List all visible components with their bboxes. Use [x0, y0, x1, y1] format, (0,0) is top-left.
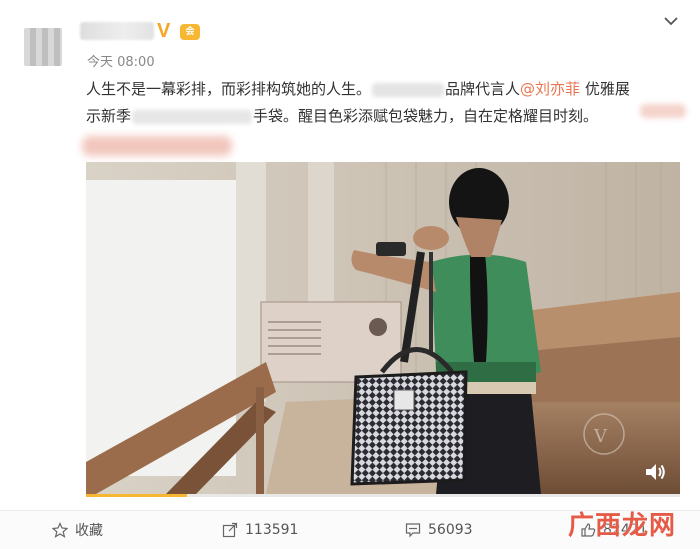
post-timestamp[interactable]: 今天 08:00 — [87, 51, 155, 70]
share-icon — [222, 522, 238, 538]
site-watermark: 广西龙网 — [568, 511, 677, 541]
brand-name-blurred — [372, 82, 445, 97]
post-text-line-2: 示新季 手袋。醒目色彩添赋包袋魅力，自在定格耀目时刻。 — [86, 103, 598, 129]
video-progress-bar[interactable] — [86, 494, 680, 497]
volume-icon[interactable] — [644, 462, 666, 482]
post-text-line-1: 人生不是一幕彩排，而彩排构筑她的人生。 品牌代言人@刘亦菲 优雅展 — [86, 76, 630, 102]
video-player[interactable]: V — [86, 162, 680, 494]
star-icon — [52, 522, 68, 538]
chevron-down-icon[interactable] — [662, 14, 680, 28]
member-badge-icon: 会 — [180, 24, 200, 40]
text-segment: 品牌代言人 — [445, 80, 521, 98]
avatar[interactable] — [24, 28, 62, 66]
comment-count: 56093 — [428, 522, 473, 538]
svg-text:V: V — [593, 426, 608, 447]
blurred-hashtag — [640, 104, 686, 118]
comment-icon — [405, 523, 421, 538]
text-segment: 手袋。醒目色彩添赋包袋魅力，自在定格耀目时刻。 — [253, 107, 599, 125]
text-segment: 人生不是一幕彩排，而彩排构筑她的人生。 — [86, 80, 372, 98]
mention-link[interactable]: @刘亦菲 — [520, 80, 580, 98]
username-blurred[interactable] — [80, 22, 154, 40]
weibo-post: V 会 今天 08:00 人生不是一幕彩排，而彩排构筑她的人生。 品牌代言人@刘亦… — [0, 0, 700, 549]
text-segment: 优雅展 — [580, 80, 630, 98]
video-progress-fill — [86, 494, 187, 497]
share-button[interactable]: 113591 — [222, 511, 298, 549]
verified-badge: V — [157, 20, 171, 42]
comment-button[interactable]: 56093 — [405, 511, 473, 549]
text-segment: 示新季 — [86, 107, 132, 125]
video-frame: V — [86, 162, 680, 494]
blurred-topic-link[interactable] — [82, 136, 232, 156]
product-name-blurred — [132, 109, 253, 124]
share-count: 113591 — [245, 522, 299, 538]
favorite-label: 收藏 — [75, 523, 103, 539]
favorite-button[interactable]: 收藏 — [52, 511, 103, 549]
